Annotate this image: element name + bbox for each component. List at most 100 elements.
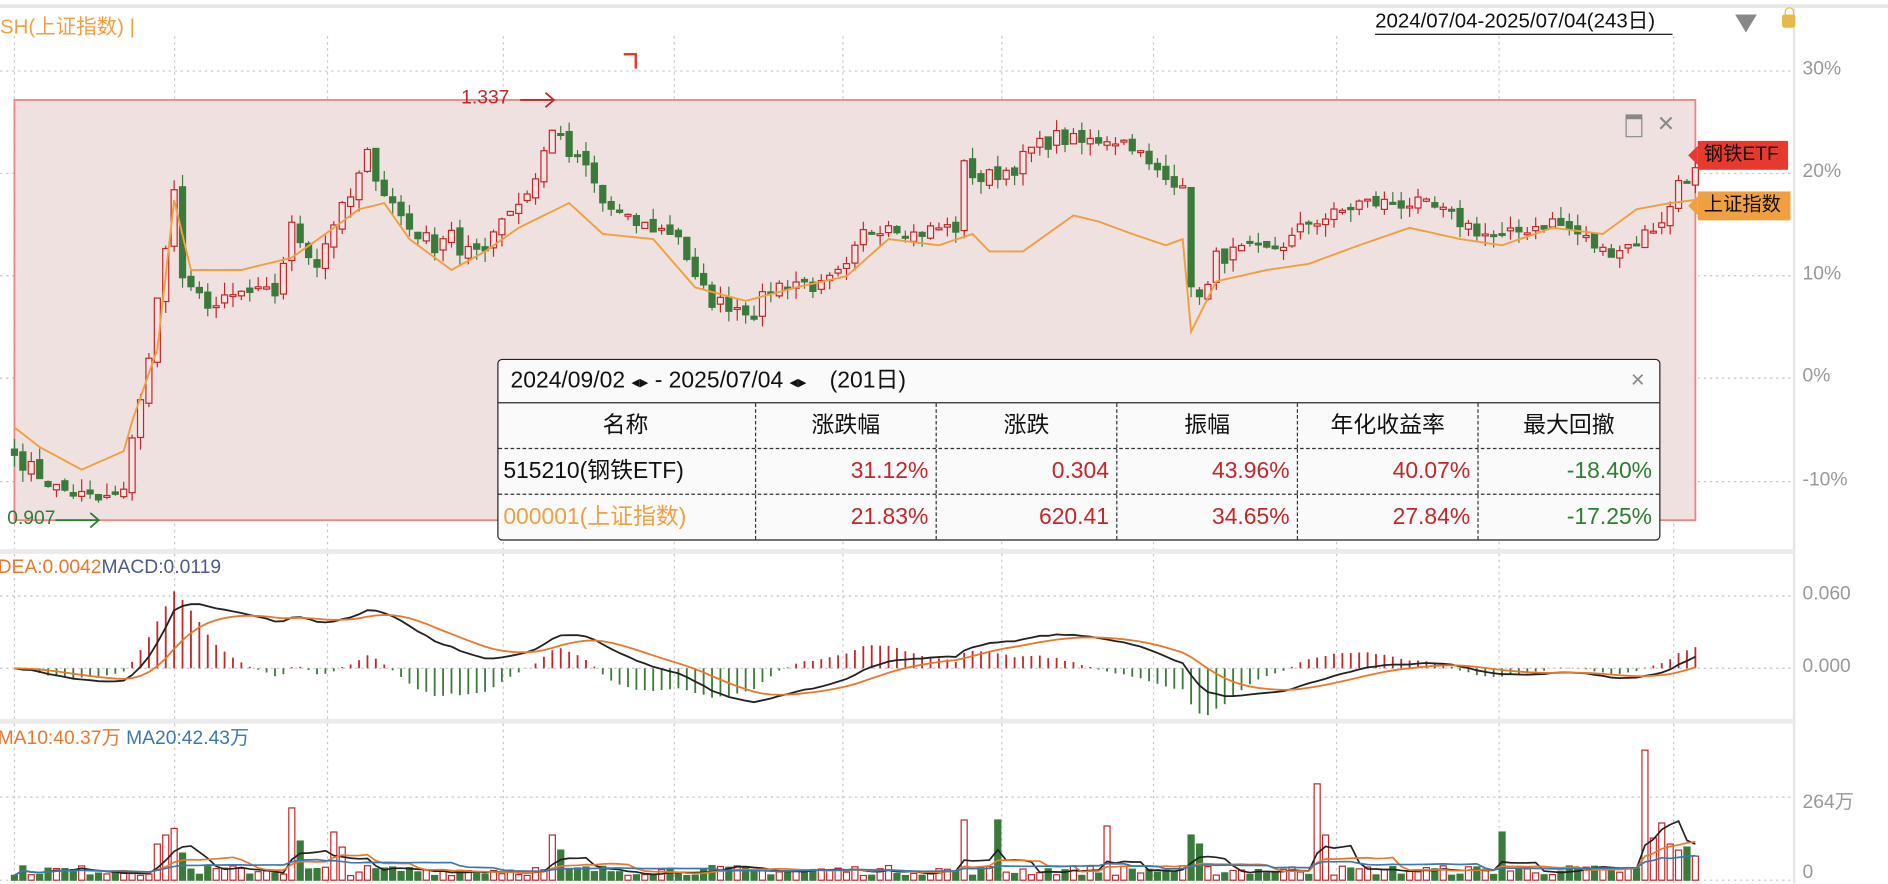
volume-bar <box>481 873 489 881</box>
index-title: SH(上证指数) | <box>0 15 135 39</box>
candle <box>1422 198 1431 202</box>
candle <box>1162 165 1170 181</box>
volume-bar <box>826 869 834 881</box>
volume-bar <box>1540 874 1548 881</box>
candle <box>422 232 430 242</box>
volume-bar <box>842 871 851 881</box>
volume-bar <box>473 871 481 881</box>
candle <box>968 158 977 179</box>
candle <box>1288 234 1296 247</box>
date-range-selector[interactable]: 2024/07/04-2025/07/04(243日) <box>1375 10 1672 35</box>
candle <box>1195 289 1204 298</box>
candle <box>615 209 624 213</box>
volume-bar <box>279 873 288 881</box>
candle <box>1532 225 1540 232</box>
candle <box>1590 233 1599 249</box>
volume-bar <box>414 871 422 881</box>
candle <box>1111 143 1120 147</box>
volume-bar <box>1355 868 1363 881</box>
volume-bars <box>10 749 1699 881</box>
volume-bar <box>313 868 321 881</box>
close-icon[interactable]: × <box>1631 360 1645 402</box>
candle <box>590 162 598 184</box>
volume-bar <box>1086 865 1094 881</box>
candle <box>1053 129 1061 146</box>
index-price-tag: 上证指数 <box>1688 191 1791 221</box>
volume-bar <box>624 874 632 881</box>
candle <box>1137 150 1145 154</box>
end-date: 2025/07/04 <box>668 368 784 394</box>
volume-bar <box>1506 870 1515 881</box>
corner-marker-icon <box>623 52 637 69</box>
volume-bar <box>271 872 279 881</box>
candle <box>380 179 388 197</box>
candle <box>1036 137 1044 148</box>
candle <box>1515 226 1523 233</box>
candle <box>918 231 926 237</box>
candle <box>834 268 842 274</box>
lock-icon[interactable] <box>1782 7 1796 28</box>
volume-bar <box>691 874 699 881</box>
volume-legend: MA10:40.37万 MA20:42.43万 <box>0 721 249 750</box>
volume-bar <box>397 870 405 881</box>
volume-bar <box>1498 831 1506 881</box>
etf-price-tag: 钢铁ETF <box>1688 140 1789 170</box>
max-drawdown: -18.40% <box>1566 458 1653 485</box>
volume-bar <box>431 874 439 881</box>
candle <box>44 480 52 488</box>
axis-tick: 10% <box>1802 263 1842 285</box>
candle <box>901 235 909 239</box>
candle <box>204 291 212 309</box>
volume-bar <box>1330 874 1338 881</box>
volume-bar <box>86 874 94 881</box>
candle <box>1338 209 1346 213</box>
candle <box>1086 137 1094 145</box>
candle <box>1221 248 1229 264</box>
dropdown-triangle-icon[interactable] <box>1735 14 1757 33</box>
candle <box>1187 186 1195 288</box>
candle <box>1582 234 1590 239</box>
volume-bar <box>19 865 27 881</box>
candle <box>27 460 35 475</box>
candle <box>868 231 876 235</box>
candle <box>1296 223 1304 233</box>
candle <box>893 225 901 234</box>
volume-bar <box>187 868 195 881</box>
volume-bar <box>128 872 136 881</box>
candle <box>1044 136 1052 150</box>
volume-bar <box>27 874 35 881</box>
start-date-arrows[interactable]: ◂▸ <box>631 372 648 391</box>
volume-bar <box>1044 868 1052 881</box>
candle <box>195 286 203 294</box>
candle <box>691 256 699 278</box>
macd-histogram <box>21 591 1697 716</box>
volume-bar <box>960 819 968 881</box>
candle <box>910 231 918 243</box>
volume-bar <box>246 873 254 881</box>
close-region-icon[interactable]: ✕ <box>1657 112 1675 136</box>
candle <box>876 233 884 237</box>
axis-tick: 30% <box>1802 59 1842 80</box>
volume-bar <box>1473 866 1481 881</box>
maximize-icon[interactable] <box>1625 114 1643 137</box>
volume-bar <box>1632 867 1641 881</box>
candle <box>666 224 674 235</box>
volume-bar <box>649 874 657 881</box>
volume-bar <box>1111 874 1120 881</box>
volume-bar <box>1523 868 1531 881</box>
candle <box>1641 229 1649 249</box>
volume-bar <box>1010 872 1019 881</box>
candle <box>61 480 69 491</box>
volume-bar <box>1027 874 1036 881</box>
candle <box>1683 180 1691 184</box>
candle <box>960 160 968 232</box>
candle <box>1263 240 1271 248</box>
candle <box>431 234 439 254</box>
end-date-arrows[interactable]: ◂▸ <box>790 372 807 391</box>
column-header: 涨跌 <box>937 403 1118 448</box>
volume-bar <box>1338 865 1346 881</box>
candle <box>1347 206 1355 211</box>
candle <box>624 213 632 217</box>
interval-stats-table: 2024/09/02 ◂▸ - 2025/07/04 ◂▸ (201日) × 名… <box>497 358 1661 541</box>
volume-bar <box>548 834 556 881</box>
